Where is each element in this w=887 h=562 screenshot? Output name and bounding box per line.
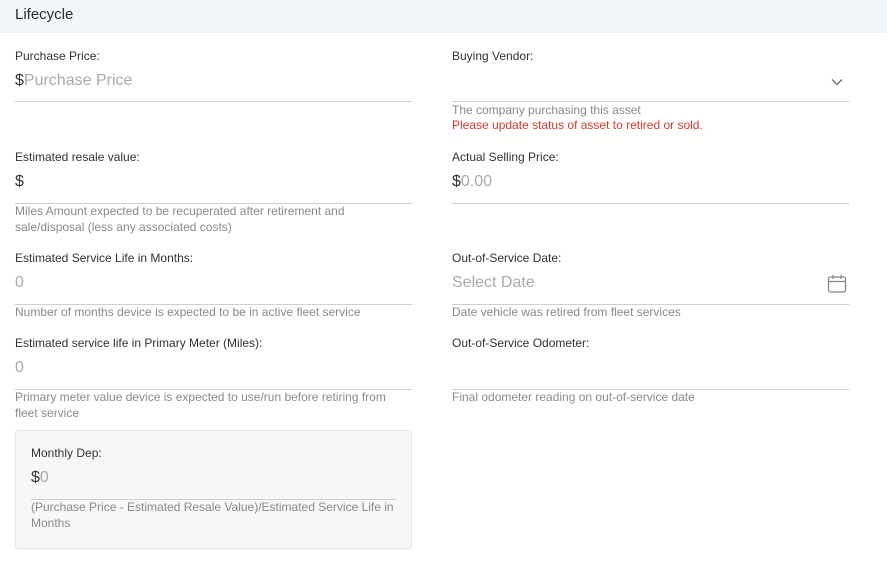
selling-price-placeholder: 0.00	[460, 173, 493, 190]
monthly-dep-label: Monthly Dep:	[31, 446, 102, 460]
monthly-dep-help: (Purchase Price - Estimated Resale Value…	[31, 500, 394, 530]
currency-prefix: $	[15, 173, 24, 190]
section-title: Lifecycle	[15, 6, 74, 23]
out-of-service-date-label: Out-of-Service Date:	[452, 251, 562, 265]
purchase-price-input[interactable]: $Purchase Price	[15, 72, 132, 90]
out-of-service-date-placeholder: Select Date	[452, 274, 535, 291]
buying-vendor-label: Buying Vendor:	[452, 49, 534, 63]
service-life-months-input[interactable]: 0	[15, 274, 24, 292]
buying-vendor-select[interactable]	[452, 68, 849, 100]
monthly-dep-placeholder: 0	[39, 469, 49, 486]
service-life-meter-placeholder: 0	[15, 359, 24, 376]
resale-value-input[interactable]: $	[15, 173, 24, 191]
section-header: Lifecycle	[0, 0, 887, 33]
service-life-meter-input[interactable]: 0	[15, 359, 24, 377]
selling-price-input[interactable]: $0.00	[452, 173, 492, 191]
calendar-icon[interactable]	[827, 274, 847, 294]
purchase-price-label: Purchase Price:	[15, 49, 100, 63]
buying-vendor-help: The company purchasing this asset	[452, 103, 641, 117]
service-life-months-help: Number of months device is expected to b…	[15, 305, 361, 319]
out-of-service-date-input[interactable]: Select Date	[452, 274, 535, 292]
service-life-meter-label: Estimated service life in Primary Meter …	[15, 336, 263, 350]
monthly-dep-card: Monthly Dep: $0 (Purchase Price - Estima…	[15, 430, 412, 549]
currency-prefix: $	[452, 173, 461, 190]
out-of-service-date-help: Date vehicle was retired from fleet serv…	[452, 305, 681, 319]
purchase-price-underline	[15, 101, 412, 102]
chevron-down-icon[interactable]	[830, 75, 844, 89]
selling-price-underline	[452, 203, 849, 204]
out-of-service-odometer-label: Out-of-Service Odometer:	[452, 336, 590, 350]
selling-price-label: Actual Selling Price:	[452, 150, 559, 164]
out-of-service-odometer-help: Final odometer reading on out-of-service…	[452, 390, 695, 404]
currency-prefix: $	[31, 469, 40, 486]
service-life-months-placeholder: 0	[15, 274, 24, 291]
service-life-meter-help: Primary meter value device is expected t…	[15, 390, 386, 420]
purchase-price-placeholder: Purchase Price	[23, 72, 133, 89]
out-of-service-odometer-input[interactable]	[452, 355, 849, 387]
resale-value-label: Estimated resale value:	[15, 150, 140, 164]
resale-value-help: Miles Amount expected to be recuperated …	[15, 204, 345, 234]
monthly-dep-value: $0	[31, 469, 49, 487]
currency-prefix: $	[15, 72, 24, 89]
service-life-months-label: Estimated Service Life in Months:	[15, 251, 194, 265]
buying-vendor-error: Please update status of asset to retired…	[452, 118, 703, 132]
